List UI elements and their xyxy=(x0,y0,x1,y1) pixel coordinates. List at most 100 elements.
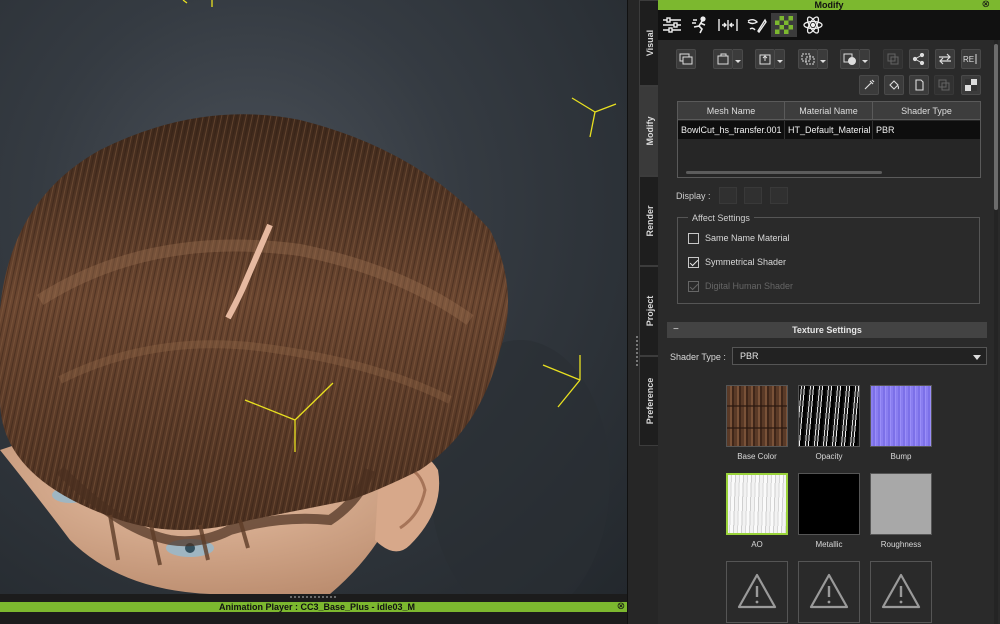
chevron-down-icon xyxy=(973,355,981,360)
texture-thumbnail[interactable] xyxy=(726,473,788,535)
close-icon[interactable]: ⊗ xyxy=(616,602,626,612)
texture-thumbnail[interactable] xyxy=(726,561,788,623)
same-name-material-checkbox[interactable]: Same Name Material xyxy=(688,231,790,245)
checkbox-label: Digital Human Shader xyxy=(705,281,794,291)
save-material-icon[interactable] xyxy=(755,49,775,69)
texture-slot-empty[interactable] xyxy=(798,561,860,623)
panel-title: Modify xyxy=(814,0,844,10)
warning-icon xyxy=(881,573,921,609)
texture-settings-header[interactable]: − Texture Settings xyxy=(667,322,987,338)
uv-map-dropdown[interactable] xyxy=(818,49,828,69)
morph-icon[interactable] xyxy=(715,13,741,37)
warning-icon xyxy=(809,573,849,609)
texture-slot-label: AO xyxy=(751,540,763,549)
texture-thumbnail[interactable] xyxy=(798,561,860,623)
checkbox-label: Symmetrical Shader xyxy=(705,257,787,267)
shader-type-select[interactable]: PBR xyxy=(732,347,987,365)
display-label: Display : xyxy=(676,191,711,201)
load-material-dropdown[interactable] xyxy=(733,49,743,69)
panel-titlebar[interactable]: Modify ⊗ xyxy=(658,0,1000,10)
cell-mesh-name: BowlCut_hs_transfer.001 xyxy=(678,121,785,139)
tab-modify[interactable]: Modify xyxy=(639,86,659,176)
texture-slot-base-color[interactable]: Base Color xyxy=(726,385,788,461)
file-icon[interactable] xyxy=(909,75,929,95)
uv-map-icon[interactable] xyxy=(798,49,818,69)
texture-slot-label: Bump xyxy=(890,452,912,461)
texture-slot-metallic[interactable]: Metallic xyxy=(798,473,860,549)
tab-label: Render xyxy=(644,205,655,237)
svg-text:RE: RE xyxy=(963,55,974,64)
motion-pose-icon[interactable] xyxy=(687,13,713,37)
mesh-material-table: Mesh Name Material Name Shader Type Bowl… xyxy=(677,101,981,178)
resize-grip[interactable] xyxy=(290,596,336,598)
tab-render[interactable]: Render xyxy=(639,176,659,266)
texture-thumbnail[interactable] xyxy=(798,385,860,447)
shader-type-label: Shader Type : xyxy=(670,352,726,362)
texture-slot-label: Roughness xyxy=(880,540,922,549)
3d-viewport[interactable] xyxy=(0,0,627,594)
table-row[interactable]: BowlCut_hs_transfer.001 HT_Default_Mater… xyxy=(678,121,980,139)
texture-slot-ao[interactable]: AO xyxy=(726,473,788,549)
texture-slot-empty[interactable] xyxy=(870,561,932,623)
side-tab-strip: Visual Modify Render Project Preference xyxy=(627,0,659,624)
warning-icon xyxy=(737,573,777,609)
tab-label: Project xyxy=(644,295,655,327)
column-header-shader[interactable]: Shader Type xyxy=(873,102,980,120)
texture-slot-opacity[interactable]: Opacity xyxy=(798,385,860,461)
relink-icon[interactable]: RE xyxy=(961,49,981,69)
animation-player-titlebar[interactable]: Animation Player : CC3_Base_Plus - idle0… xyxy=(0,602,634,612)
checkbox-label: Same Name Material xyxy=(705,233,790,243)
checkbox-box[interactable] xyxy=(688,256,699,268)
texture-settings-title: Texture Settings xyxy=(792,325,862,335)
display-mode-3-icon[interactable] xyxy=(770,187,788,204)
texture-thumbnail[interactable] xyxy=(870,385,932,447)
column-header-material[interactable]: Material Name xyxy=(785,102,873,120)
tab-visual[interactable]: Visual xyxy=(639,0,659,86)
table-header: Mesh Name Material Name Shader Type xyxy=(678,102,980,120)
hair-render xyxy=(0,0,617,594)
texture-thumbnail[interactable] xyxy=(870,561,932,623)
texture-thumbnail[interactable] xyxy=(726,385,788,447)
close-icon[interactable]: ⊗ xyxy=(982,0,990,10)
save-material-dropdown[interactable] xyxy=(775,49,785,69)
material-list-icon[interactable] xyxy=(676,49,696,69)
texture-slot-empty[interactable] xyxy=(726,561,788,623)
edit-facial-icon[interactable] xyxy=(743,13,769,37)
splitter-grip[interactable] xyxy=(636,336,638,366)
load-material-icon[interactable] xyxy=(713,49,733,69)
column-header-mesh[interactable]: Mesh Name xyxy=(678,102,785,120)
share-icon[interactable] xyxy=(909,49,929,69)
layers-icon[interactable] xyxy=(934,75,954,95)
physics-atom-icon[interactable] xyxy=(800,13,826,37)
texture-thumbnail[interactable] xyxy=(870,473,932,535)
texture-thumbnail[interactable] xyxy=(798,473,860,535)
checker-icon[interactable] xyxy=(961,75,981,95)
symmetrical-shader-checkbox[interactable]: Symmetrical Shader xyxy=(688,255,786,269)
display-mode-2-icon[interactable] xyxy=(744,187,762,204)
texture-slot-bump[interactable]: Bump xyxy=(870,385,932,461)
texture-slot-roughness[interactable]: Roughness xyxy=(870,473,932,549)
affect-settings-legend: Affect Settings xyxy=(688,213,754,223)
duplicate-icon[interactable] xyxy=(883,49,903,69)
checkbox-box xyxy=(688,280,699,292)
tab-project[interactable]: Project xyxy=(639,266,659,356)
digital-human-shader-checkbox: Digital Human Shader xyxy=(688,279,793,293)
swap-icon[interactable] xyxy=(935,49,955,69)
panel-scrollbar-thumb[interactable] xyxy=(994,44,998,210)
animation-player-title: Animation Player : CC3_Base_Plus - idle0… xyxy=(218,602,416,612)
material-ball-icon[interactable] xyxy=(840,49,860,69)
cell-material-name: HT_Default_Material xyxy=(785,121,873,139)
sliders-icon[interactable] xyxy=(659,13,685,37)
material-ball-dropdown[interactable] xyxy=(860,49,870,69)
table-horizontal-scrollbar[interactable] xyxy=(686,171,882,174)
tab-label: Preference xyxy=(644,377,655,425)
tab-preference[interactable]: Preference xyxy=(639,356,659,446)
animation-player: Animation Player : CC3_Base_Plus - idle0… xyxy=(0,594,634,624)
material-checker-icon[interactable] xyxy=(771,13,797,37)
texture-slot-label: Opacity xyxy=(815,452,843,461)
eyedropper-icon[interactable] xyxy=(859,75,879,95)
checkbox-box[interactable] xyxy=(688,232,699,244)
paint-bucket-icon[interactable] xyxy=(884,75,904,95)
display-mode-1-icon[interactable] xyxy=(719,187,737,204)
modify-mode-toolbar xyxy=(658,10,1000,40)
